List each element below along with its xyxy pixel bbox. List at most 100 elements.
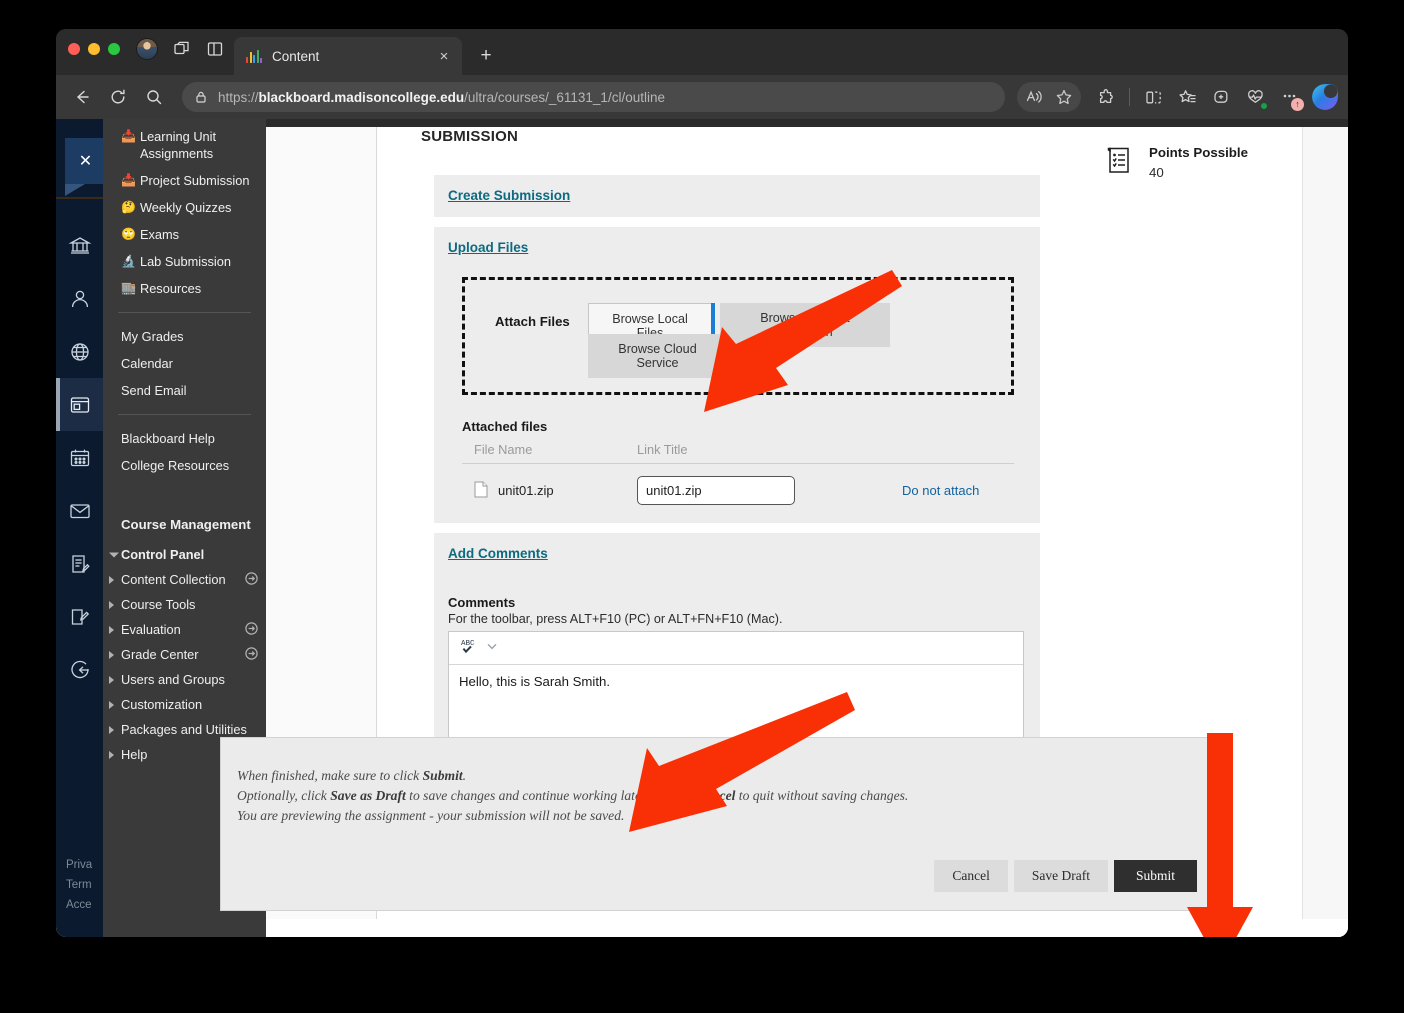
close-icon[interactable]: × [434,46,454,66]
split-pane-icon[interactable] [206,29,224,75]
chevron-right-icon [109,600,114,609]
submission-form: Create Submission Upload Files Attach Fi… [434,175,1040,738]
menu-item-my-grades[interactable]: My Grades [103,323,266,350]
profile-icon[interactable] [56,272,103,325]
settings-more-icon[interactable]: ↑ [1274,82,1304,112]
page-title: SUBMISSION [421,128,519,145]
browser-toolbar: https://blackboard.madisoncollege.edu/ul… [56,75,1348,119]
spellcheck-icon[interactable]: ABC [459,636,479,661]
table-header-row: File Name Link Title [462,440,1014,464]
window-controls [68,29,120,75]
goto-arrow-icon[interactable] [245,646,258,663]
close-menu-button[interactable]: ✕ [65,138,106,196]
menu-item-send-email[interactable]: Send Email [103,377,266,404]
terms-link[interactable]: Term [66,875,92,895]
calendar-icon[interactable] [56,431,103,484]
goto-arrow-icon[interactable] [245,571,258,588]
maximize-window-button[interactable] [108,43,120,55]
svg-text:ABC: ABC [461,640,475,648]
chevron-right-icon [109,750,114,759]
reload-icon[interactable] [102,81,134,113]
add-comments-link[interactable]: Add Comments [448,546,548,561]
new-tab-button[interactable]: + [472,42,500,70]
menu-item-learning-unit-assignments[interactable]: 📥 Learning Unit Assignments [103,123,266,167]
menu-item-resources[interactable]: 🏬 Resources [103,275,266,302]
signout-icon[interactable] [56,643,103,696]
browse-cloud-service-button[interactable]: Browse Cloud Service [588,334,727,378]
split-screen-icon[interactable] [1138,82,1168,112]
chevron-down-icon[interactable] [485,639,499,658]
chevron-right-icon [109,575,114,584]
create-submission-link[interactable]: Create Submission [448,188,570,203]
control-panel-item-grade-center[interactable]: Grade Center [103,642,266,667]
minimize-window-button[interactable] [88,43,100,55]
profile-avatar[interactable] [136,29,158,75]
menu-item-project-submission[interactable]: 📥 Project Submission [103,167,266,194]
comments-editor[interactable]: ABC Hello, this is Sarah Smith. [448,631,1024,738]
content-topbar [266,119,1348,127]
comments-panel: Add Comments Comments For the toolbar, p… [434,533,1040,738]
submit-button[interactable]: Submit [1113,860,1197,892]
submit-bar: When finished, make sure to click Submit… [220,737,1220,911]
department-store-icon: 🏬 [121,281,136,295]
messages-icon[interactable] [56,484,103,537]
attach-files-dropzone[interactable]: Attach Files Browse Local Files Browse C… [462,277,1014,395]
browser-essentials-icon[interactable] [1240,82,1270,112]
collections-icon[interactable] [1172,82,1202,112]
read-aloud-icon[interactable] [1019,82,1049,112]
control-panel-item-users-and-groups[interactable]: Users and Groups [103,667,266,692]
browse-content-collection-button[interactable]: Browse Content Collection [720,303,890,347]
menu-item-weekly-quizzes[interactable]: 🤔 Weekly Quizzes [103,194,266,221]
copilot-icon[interactable] [1312,84,1338,110]
item-label: Packages and Utilities [121,722,247,737]
chevron-right-icon [109,700,114,709]
toolbar-separator [1129,88,1130,106]
bar-chart-favicon [246,49,262,63]
menu-item-calendar[interactable]: Calendar [103,350,266,377]
close-window-button[interactable] [68,43,80,55]
points-possible-block: Points Possible 40 [1106,145,1248,180]
comments-textarea[interactable]: Hello, this is Sarah Smith. [449,665,1023,737]
control-panel-item-content-collection[interactable]: Content Collection [103,567,266,592]
tab-strip: Content × + [56,29,1348,75]
accessibility-link[interactable]: Acce [66,895,92,915]
menu-divider [118,414,251,415]
courses-icon[interactable] [56,378,103,431]
globe-icon[interactable] [56,325,103,378]
save-draft-button[interactable]: Save Draft [1013,860,1108,892]
points-possible-label: Points Possible [1149,145,1249,160]
chevron-right-icon [109,725,114,734]
privacy-link[interactable]: Priva [66,855,92,875]
footer-links: Priva Term Acce [66,855,92,915]
control-panel-item-customization[interactable]: Customization [103,692,266,717]
cancel-button[interactable]: Cancel [934,860,1008,892]
menu-item-blackboard-help[interactable]: Blackboard Help [103,425,266,452]
inbox-tray-icon: 📥 [121,173,136,187]
extensions-icon[interactable] [1091,82,1121,112]
rail-divider [56,197,103,199]
menu-item-college-resources[interactable]: College Resources [103,452,266,479]
grades-icon[interactable] [56,537,103,590]
institution-icon[interactable] [56,219,103,272]
back-icon[interactable] [66,81,98,113]
menu-item-exams[interactable]: 🙄 Exams [103,221,266,248]
add-tab-group-icon[interactable] [1206,82,1236,112]
search-icon[interactable] [138,81,170,113]
editor-toolbar: ABC [449,632,1023,665]
rolling-eyes-icon: 🙄 [121,227,136,241]
tools-icon[interactable] [56,590,103,643]
workspaces-icon[interactable] [172,29,192,75]
menu-item-lab-submission[interactable]: 🔬 Lab Submission [103,248,266,275]
content-right-gutter [1302,127,1348,937]
upload-files-link[interactable]: Upload Files [448,240,528,255]
browser-tab-content[interactable]: Content × [234,37,462,75]
favorite-icon[interactable] [1049,82,1079,112]
goto-arrow-icon[interactable] [245,621,258,638]
control-panel-item-evaluation[interactable]: Evaluation [103,617,266,642]
do-not-attach-link[interactable]: Do not attach [902,483,979,498]
control-panel-toggle[interactable]: Control Panel [103,542,266,567]
control-panel-item-course-tools[interactable]: Course Tools [103,592,266,617]
item-label: Content Collection [121,572,226,587]
link-title-input[interactable] [637,476,795,505]
address-bar[interactable]: https://blackboard.madisoncollege.edu/ul… [182,82,1005,112]
